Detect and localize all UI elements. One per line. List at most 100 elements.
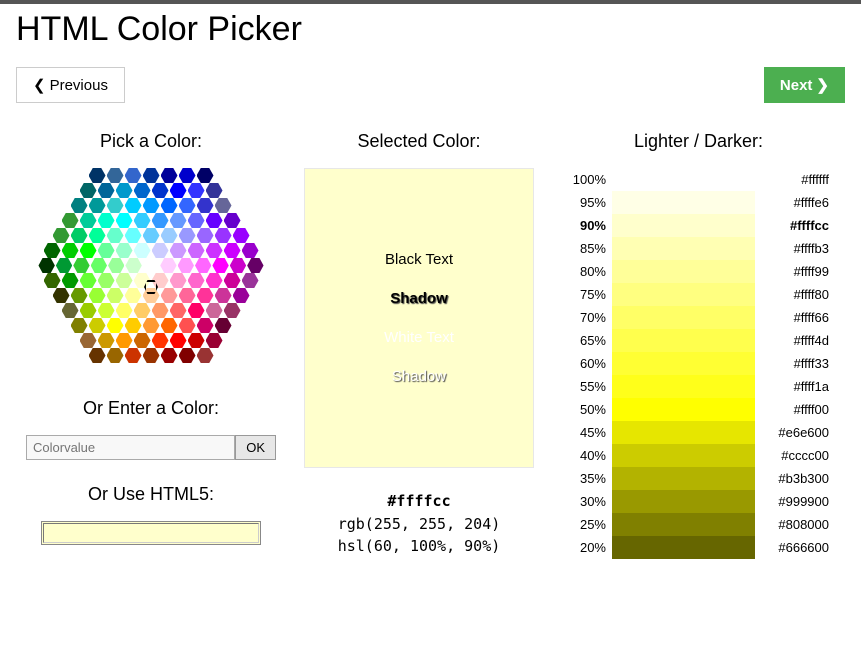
hex-cell[interactable] (71, 228, 88, 243)
hex-cell[interactable] (143, 228, 160, 243)
hex-cell[interactable] (107, 348, 124, 363)
hex-cell[interactable] (161, 168, 178, 183)
hex-cell[interactable] (89, 198, 106, 213)
hex-cell[interactable] (143, 198, 160, 213)
hex-cell[interactable] (107, 198, 124, 213)
hex-cell[interactable] (188, 183, 205, 198)
hex-cell[interactable] (80, 183, 97, 198)
hex-cell[interactable] (152, 333, 169, 348)
hex-cell[interactable] (224, 303, 241, 318)
shade-row[interactable]: 95%#ffffe6 (562, 191, 835, 214)
hex-cell[interactable] (206, 213, 223, 228)
hex-cell[interactable] (188, 273, 205, 288)
hex-cell[interactable] (224, 213, 241, 228)
next-button[interactable]: Next ❯ (764, 67, 845, 103)
hex-cell[interactable] (125, 168, 142, 183)
hex-cell[interactable] (116, 333, 133, 348)
hex-cell[interactable] (197, 318, 214, 333)
hex-cell[interactable] (62, 303, 79, 318)
hex-cell[interactable] (125, 198, 142, 213)
hex-cell[interactable] (134, 243, 151, 258)
hex-cell[interactable] (73, 258, 89, 273)
hex-cell[interactable] (230, 258, 246, 273)
shade-swatch[interactable] (612, 306, 755, 329)
shade-row[interactable]: 85%#ffffb3 (562, 237, 835, 260)
hex-cell[interactable] (125, 288, 142, 303)
shade-row[interactable]: 75%#ffff80 (562, 283, 835, 306)
hex-cell[interactable] (89, 228, 106, 243)
shade-row[interactable]: 45%#e6e600 (562, 421, 835, 444)
color-hexagon[interactable] (38, 168, 264, 368)
hex-cell[interactable] (143, 348, 160, 363)
hex-cell[interactable] (152, 303, 169, 318)
shade-swatch[interactable] (612, 536, 755, 559)
hex-cell[interactable] (170, 273, 187, 288)
hex-cell[interactable] (242, 273, 259, 288)
hex-cell[interactable] (179, 168, 196, 183)
hex-cell[interactable] (161, 348, 178, 363)
hex-cell[interactable] (188, 333, 205, 348)
shade-row[interactable]: 40%#cccc00 (562, 444, 835, 467)
hex-cell[interactable] (242, 243, 259, 258)
hex-cell[interactable] (71, 198, 88, 213)
hex-cell[interactable] (89, 168, 106, 183)
hex-cell[interactable] (62, 243, 79, 258)
hex-cell[interactable] (212, 258, 228, 273)
hex-cell[interactable] (53, 228, 70, 243)
hex-cell[interactable] (107, 288, 124, 303)
hex-cell[interactable] (107, 168, 124, 183)
hex-cell[interactable] (80, 213, 97, 228)
hex-cell[interactable] (91, 258, 107, 273)
hex-cell[interactable] (44, 243, 61, 258)
hex-cell[interactable] (134, 333, 151, 348)
hex-cell[interactable] (143, 318, 160, 333)
shade-swatch[interactable] (612, 260, 755, 283)
shade-swatch[interactable] (612, 421, 755, 444)
shade-row[interactable]: 55%#ffff1a (562, 375, 835, 398)
hex-cell[interactable] (98, 243, 115, 258)
hex-cell[interactable] (125, 348, 142, 363)
hex-cell[interactable] (188, 243, 205, 258)
hex-cell[interactable] (134, 213, 151, 228)
hex-cell[interactable] (206, 273, 223, 288)
hex-cell[interactable] (107, 318, 124, 333)
ok-button[interactable]: OK (235, 435, 276, 460)
shade-row[interactable]: 20%#666600 (562, 536, 835, 559)
hex-cell[interactable] (89, 288, 106, 303)
hex-cell[interactable] (215, 198, 232, 213)
hex-cell[interactable] (179, 318, 196, 333)
shade-swatch[interactable] (612, 214, 755, 237)
hex-cell[interactable] (116, 183, 133, 198)
hex-cell[interactable] (233, 288, 250, 303)
hex-cell[interactable] (170, 333, 187, 348)
hex-cell[interactable] (98, 333, 115, 348)
hex-cell[interactable] (125, 318, 142, 333)
hex-cell[interactable] (71, 288, 88, 303)
shade-swatch[interactable] (612, 375, 755, 398)
html5-color-input[interactable] (41, 521, 261, 545)
hex-cell[interactable] (179, 198, 196, 213)
hex-cell[interactable] (116, 303, 133, 318)
hex-cell[interactable] (197, 228, 214, 243)
hex-cell[interactable] (179, 348, 196, 363)
hex-cell[interactable] (206, 333, 223, 348)
hex-cell[interactable] (38, 258, 54, 273)
hex-cell[interactable] (179, 288, 196, 303)
hex-cell[interactable] (179, 228, 196, 243)
hex-cell[interactable] (215, 228, 232, 243)
hex-cell[interactable] (152, 213, 169, 228)
color-value-input[interactable] (26, 435, 235, 460)
hex-cell[interactable] (71, 318, 88, 333)
hex-cell[interactable] (170, 243, 187, 258)
hex-cell[interactable] (108, 258, 124, 273)
hex-cell[interactable] (98, 213, 115, 228)
shade-row[interactable]: 30%#999900 (562, 490, 835, 513)
hex-cell[interactable] (170, 183, 187, 198)
hex-cell[interactable] (80, 273, 97, 288)
hex-cell[interactable] (215, 318, 232, 333)
hex-cell[interactable] (143, 258, 159, 273)
hex-cell[interactable] (143, 168, 160, 183)
shade-swatch[interactable] (612, 237, 755, 260)
shade-row[interactable]: 35%#b3b300 (562, 467, 835, 490)
hex-cell[interactable] (53, 288, 70, 303)
